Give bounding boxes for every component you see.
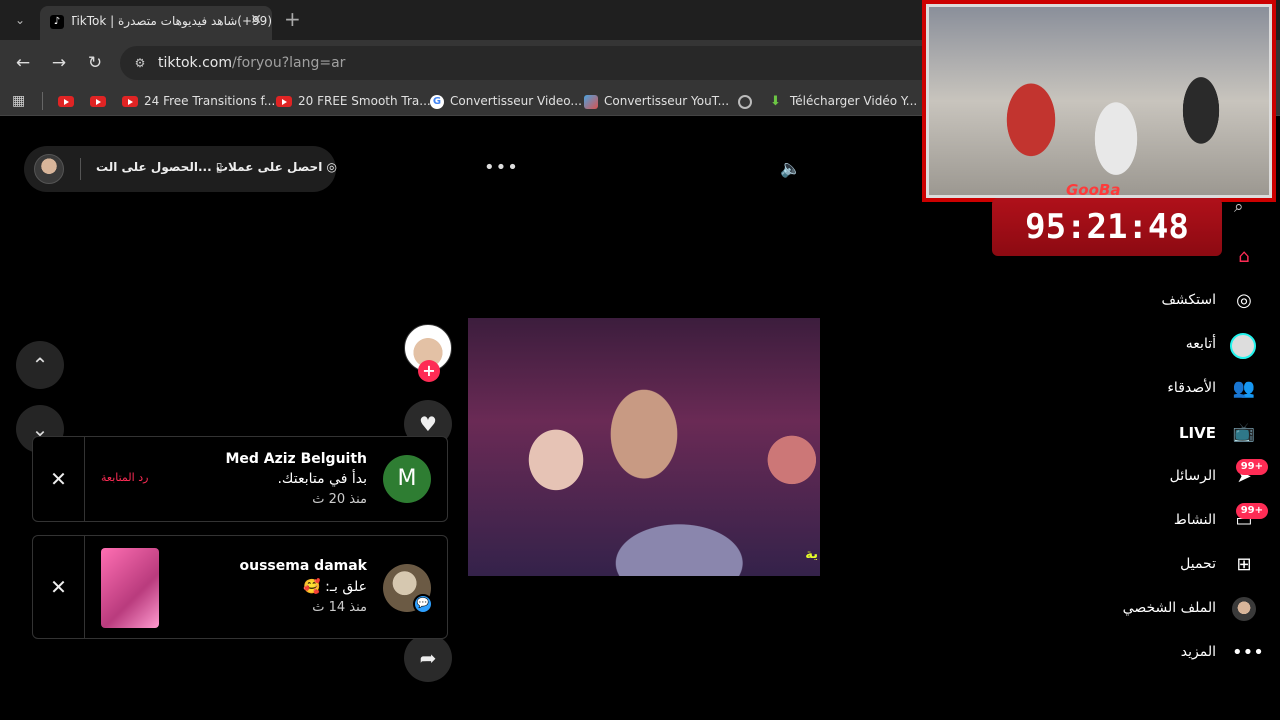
bookmark-convertisseur-video[interactable]: G Convertisseur Video... bbox=[430, 92, 582, 110]
user-avatar[interactable] bbox=[34, 154, 64, 184]
follow-plus-button[interactable]: + bbox=[418, 360, 440, 382]
url-domain: tiktok.com bbox=[158, 55, 232, 71]
sidebar-item-more[interactable]: ••• المزيد bbox=[1056, 637, 1264, 669]
search-icon[interactable]: ⌕ bbox=[1234, 197, 1244, 217]
converter-icon bbox=[584, 94, 598, 109]
video-overlay-text: ية bbox=[805, 547, 818, 562]
notification-close-icon[interactable]: ✕ bbox=[33, 536, 85, 638]
address-bar[interactable]: ⚙ tiktok.com/foryou?lang=ar bbox=[120, 46, 940, 80]
notification-message: بدأ في متابعتك. bbox=[277, 471, 367, 487]
more-options-icon[interactable]: ••• bbox=[484, 157, 519, 178]
tab-close-icon[interactable]: ✕ bbox=[250, 12, 262, 28]
bookmark-smooth-transitions[interactable]: 20 FREE Smooth Tra... bbox=[276, 92, 431, 110]
tiktok-favicon-icon: ♪ bbox=[50, 15, 64, 29]
notification-message: علق بـ: 🥰 bbox=[303, 579, 367, 595]
share-arrow-icon[interactable]: ➦ bbox=[404, 634, 452, 682]
messages-badge: 99+ bbox=[1235, 459, 1268, 475]
notification-avatar[interactable]: M bbox=[383, 455, 431, 503]
volume-icon[interactable]: 🔈 bbox=[780, 159, 801, 179]
live-icon: 📺 bbox=[1232, 422, 1256, 443]
youtube-icon bbox=[58, 96, 74, 107]
bookmark-globe[interactable] bbox=[738, 92, 752, 110]
back-arrow-icon[interactable]: ← bbox=[12, 52, 34, 74]
download-arrow-icon: ⬇ bbox=[770, 93, 781, 109]
get-app-button[interactable]: الحصول على الت... ▯ bbox=[96, 160, 222, 174]
upload-plus-icon: ⊞ bbox=[1236, 554, 1252, 575]
top-actions-pill: الحصول على الت... ▯ احصل على عملات ◎ bbox=[24, 146, 337, 192]
sidebar-item-following[interactable]: أتابعه bbox=[1056, 329, 1256, 361]
bookmark-youtube-1[interactable] bbox=[58, 92, 80, 110]
comment-bubble-icon: 💬 bbox=[413, 594, 433, 614]
messages-icon: ➤ 99+ bbox=[1232, 459, 1268, 489]
sidebar-item-label: LIVE bbox=[1179, 424, 1216, 442]
notification-username[interactable]: Med Aziz Belguith bbox=[225, 451, 367, 467]
video-thumbnail[interactable] bbox=[101, 548, 159, 628]
sidebar-item-explore[interactable]: ◎ استكشف bbox=[1056, 285, 1256, 317]
url-text[interactable]: tiktok.com/foryou?lang=ar bbox=[158, 55, 345, 71]
stream-timer: 95:21:48 bbox=[992, 198, 1222, 256]
site-info-icon[interactable]: ⚙ bbox=[132, 55, 148, 71]
webcam-overlay bbox=[926, 4, 1272, 198]
sidebar-item-label: النشاط bbox=[1173, 512, 1216, 528]
pill-divider bbox=[80, 158, 81, 180]
bookmark-transitions[interactable]: 24 Free Transitions f... bbox=[122, 92, 275, 110]
sidebar-item-label: الرسائل bbox=[1169, 468, 1216, 484]
youtube-icon bbox=[276, 96, 292, 107]
sidebar-item-upload[interactable]: ⊞ تحميل bbox=[1056, 549, 1256, 581]
sidebar-item-label: الملف الشخصي bbox=[1122, 600, 1216, 616]
sidebar-item-live[interactable]: 📺 LIVE bbox=[1056, 417, 1256, 449]
sidebar-item-messages[interactable]: ➤ 99+ الرسائل bbox=[1056, 459, 1268, 493]
friends-icon: 👥 bbox=[1232, 378, 1256, 399]
youtube-icon bbox=[122, 96, 138, 107]
follow-back-link[interactable]: رد المتابعة bbox=[101, 471, 148, 484]
notification-time: منذ 14 ث bbox=[312, 600, 367, 615]
sidebar-item-label: استكشف bbox=[1161, 292, 1216, 308]
bookmarks-divider bbox=[42, 92, 43, 110]
sidebar-item-label: تحميل bbox=[1180, 556, 1216, 572]
get-coins-button[interactable]: احصل على عملات ◎ bbox=[216, 160, 337, 174]
video-player[interactable]: ية bbox=[468, 318, 820, 576]
sidebar-item-label: أتابعه bbox=[1185, 336, 1216, 352]
following-icon bbox=[1230, 333, 1256, 359]
browser-tab[interactable]: ♪ (99+)شاهد فيديوهات متصدرة | TikTok ✕ bbox=[40, 6, 272, 40]
activity-icon: ▭ 99+ bbox=[1232, 503, 1268, 533]
more-dots-icon: ••• bbox=[1232, 642, 1264, 663]
reload-icon[interactable]: ↻ bbox=[84, 52, 106, 74]
sidebar-item-profile[interactable]: الملف الشخصي bbox=[1056, 593, 1256, 625]
apps-grid-icon[interactable]: ▦ bbox=[12, 92, 25, 110]
coin-icon: ◎ bbox=[326, 160, 337, 174]
previous-video-button[interactable]: ⌃ bbox=[16, 341, 64, 389]
activity-badge: 99+ bbox=[1235, 503, 1268, 519]
compass-icon: ◎ bbox=[1236, 290, 1252, 311]
forward-arrow-icon[interactable]: → bbox=[48, 52, 70, 74]
youtube-icon bbox=[90, 96, 106, 107]
globe-icon bbox=[738, 94, 752, 109]
sidebar-item-activity[interactable]: ▭ 99+ النشاط bbox=[1056, 503, 1268, 537]
tab-title: (99+)شاهد فيديوهات متصدرة | TikTok bbox=[72, 14, 272, 28]
bookmark-convertisseur-youtube[interactable]: Convertisseur YouT... bbox=[584, 92, 729, 110]
notification-follow[interactable]: ✕ رد المتابعة M Med Aziz Belguith بدأ في… bbox=[32, 436, 448, 522]
notification-time: منذ 20 ث bbox=[312, 492, 367, 507]
bookmark-youtube-2[interactable] bbox=[90, 92, 112, 110]
url-path: /foryou?lang=ar bbox=[232, 55, 346, 71]
home-icon: ⌂ bbox=[1238, 246, 1250, 267]
profile-avatar bbox=[1232, 597, 1256, 621]
sidebar-item-friends[interactable]: 👥 الأصدقاء bbox=[1056, 373, 1256, 405]
tab-search-chevron-icon[interactable]: ⌄ bbox=[8, 10, 32, 30]
notification-comment[interactable]: ✕ 💬 oussema damak علق بـ: 🥰 منذ 14 ث bbox=[32, 535, 448, 639]
new-tab-icon[interactable]: + bbox=[284, 9, 301, 29]
notification-username[interactable]: oussema damak bbox=[240, 558, 367, 574]
bookmark-telecharger[interactable]: ⬇ Télécharger Vidéo Y... bbox=[770, 92, 917, 110]
sidebar-item-label: المزيد bbox=[1180, 644, 1216, 660]
google-icon: G bbox=[430, 94, 444, 109]
notification-close-icon[interactable]: ✕ bbox=[33, 437, 85, 521]
sidebar-item-label: الأصدقاء bbox=[1167, 380, 1216, 396]
stream-logo: GooBa bbox=[1066, 181, 1121, 199]
